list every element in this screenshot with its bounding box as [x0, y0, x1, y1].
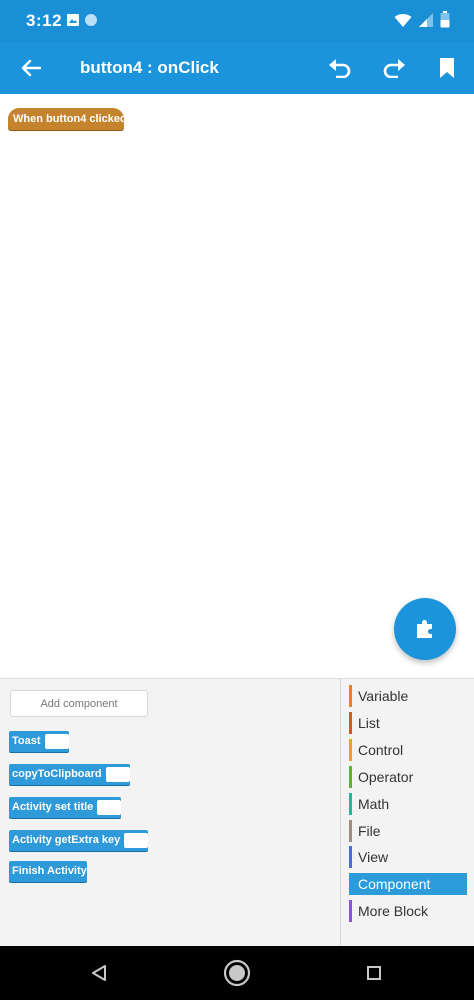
palette-block-activity-set-title[interactable]: Activity set title	[9, 797, 122, 818]
battery-icon	[440, 11, 450, 28]
nav-home-button[interactable]	[220, 956, 254, 990]
image-notification-icon	[67, 14, 79, 26]
category-color-bar	[349, 712, 352, 734]
block-label: Finish Activity	[12, 865, 87, 877]
category-color-bar	[349, 685, 352, 707]
category-label: Variable	[358, 688, 409, 704]
system-nav-bar	[0, 946, 474, 1000]
palette-block-toast[interactable]: Toast	[9, 731, 69, 752]
bookmark-icon	[440, 58, 454, 78]
category-color-bar	[349, 846, 352, 868]
sync-notification-icon	[85, 14, 97, 26]
category-list: Variable List Control Operator Math File…	[340, 678, 474, 946]
category-label: Math	[358, 796, 390, 812]
nav-back-button[interactable]	[82, 956, 116, 990]
bookmark-button[interactable]	[430, 52, 464, 84]
back-button[interactable]	[14, 52, 48, 84]
category-color-bar	[349, 873, 352, 895]
status-bar: 3:12	[0, 0, 474, 42]
category-color-bar	[349, 793, 352, 815]
category-operator[interactable]: Operator	[349, 766, 467, 788]
category-component[interactable]: Component	[349, 873, 467, 895]
category-color-bar	[349, 820, 352, 842]
block-input-slot	[44, 734, 69, 749]
category-file[interactable]: File	[349, 820, 467, 842]
app-bar: button4 : onClick	[0, 42, 474, 94]
event-block[interactable]: When button4 clicked	[8, 108, 127, 130]
category-label: View	[358, 849, 389, 865]
category-label: File	[358, 823, 381, 839]
category-math[interactable]: Math	[349, 793, 467, 815]
add-component-button[interactable]: Add component	[10, 690, 148, 717]
block-input-slot	[97, 800, 122, 815]
triangle-back-icon	[92, 965, 106, 981]
redo-icon	[383, 59, 405, 78]
category-label: Component	[358, 876, 431, 892]
block-input-slot	[105, 767, 130, 782]
status-time: 3:12	[26, 11, 63, 30]
category-more-block[interactable]: More Block	[349, 900, 467, 922]
category-variable[interactable]: Variable	[349, 685, 467, 707]
block-label: copyToClipboard	[12, 768, 102, 780]
category-label: More Block	[358, 903, 429, 919]
block-label: Activity getExtra key	[12, 834, 121, 846]
category-list-item[interactable]: List	[349, 712, 467, 734]
square-recents-icon	[367, 966, 381, 980]
home-circle-icon	[223, 959, 251, 987]
block-canvas[interactable]	[0, 94, 474, 678]
category-color-bar	[349, 766, 352, 788]
block-label: Activity set title	[12, 801, 94, 813]
arrow-back-icon	[21, 59, 41, 77]
category-color-bar	[349, 739, 352, 761]
wifi-icon	[394, 13, 412, 27]
category-label: Operator	[358, 769, 414, 785]
category-color-bar	[349, 900, 352, 922]
undo-button[interactable]	[323, 52, 357, 84]
category-control[interactable]: Control	[349, 739, 467, 761]
undo-icon	[329, 59, 351, 78]
category-label: List	[358, 715, 380, 731]
component-fab-button[interactable]	[394, 598, 456, 660]
status-system-icons	[394, 11, 450, 28]
status-notification-icons	[66, 13, 98, 27]
block-label: Toast	[12, 735, 41, 747]
redo-button[interactable]	[377, 52, 411, 84]
block-input-slot	[124, 833, 149, 848]
nav-recents-button[interactable]	[357, 956, 391, 990]
category-label: Control	[358, 742, 404, 758]
category-view[interactable]: View	[349, 846, 467, 868]
palette-block-finish-activity[interactable]: Finish Activity	[9, 861, 87, 882]
puzzle-icon	[417, 620, 432, 638]
signal-icon	[419, 12, 433, 27]
page-title: button4 : onClick	[80, 58, 219, 77]
palette-block-activity-get-extra[interactable]: Activity getExtra key	[9, 830, 149, 851]
block-palette: Add component Toast copyToClipboard Acti…	[0, 678, 340, 947]
palette-block-copy-to-clipboard[interactable]: copyToClipboard	[9, 764, 130, 785]
